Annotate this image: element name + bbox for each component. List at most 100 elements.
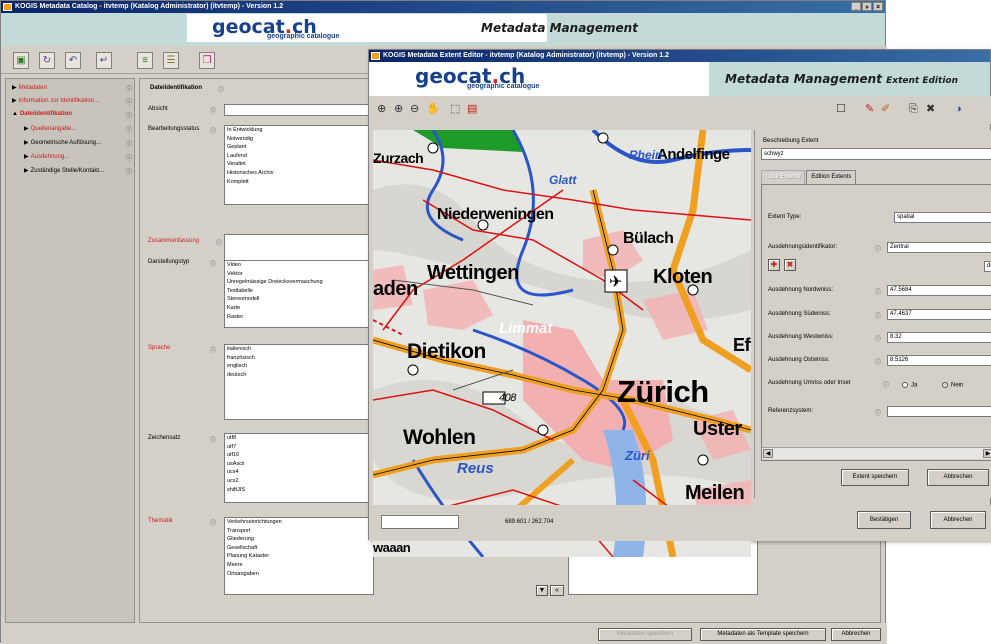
info-icon[interactable]: ⓘ [218,85,224,94]
zoom-out-icon[interactable]: ⊖ [410,102,419,116]
maximize-button[interactable]: » [862,2,872,11]
list-item[interactable]: Unregelmässige Dreiecksvermaschung [225,278,373,287]
list-item[interactable]: Komplett [225,178,373,187]
list-item[interactable]: Notwendig [225,135,373,144]
info-icon[interactable]: ⓘ [883,380,889,389]
refresh-button[interactable]: ↻ [39,52,55,69]
scroll-right-icon[interactable]: ▶ [983,449,991,458]
tab-liste-extents[interactable]: Liste Extents [761,170,806,184]
beschreibung-field[interactable]: schwyz [761,148,991,160]
zeichensatz-list[interactable]: utf8 utf7 utf16 usAscii ucs4 ucs2 shiftJ… [224,433,374,503]
info-icon[interactable]: ⓘ [126,111,132,120]
radio-ja[interactable]: Ja [902,382,917,389]
info-icon[interactable]: ⓘ [210,106,216,115]
referenz-field[interactable] [887,406,991,417]
sprache-list[interactable]: italienisch französisch englisch deutsch [224,344,374,420]
remove-identifier-button[interactable]: ✖ [784,259,796,271]
info-icon[interactable]: ⓘ [875,244,881,253]
list-item[interactable]: Ortsangaben [225,570,373,579]
copy-extent-icon[interactable]: ⎘ [909,102,918,116]
add-identifier-button[interactable]: ✚ [768,259,780,271]
list-item[interactable]: Vektor [225,270,373,279]
list-item[interactable]: Laufend [225,152,373,161]
save-extent-button[interactable]: Extent speichern [841,469,909,486]
list-item[interactable]: Meere [225,561,373,570]
extent-type-field[interactable]: spatial [894,212,991,223]
export-button[interactable]: ❒ [199,52,215,69]
nav-item-ausdehnung[interactable]: ▶ Ausdehnung... [24,153,69,160]
draw-extent-icon[interactable]: ✐ [881,102,890,116]
nav-item-zustaendige-stelle[interactable]: ▶ Zuständige Stelle/Kontakt... [24,167,104,174]
nav-item-identifikation[interactable]: ▶ Information zur Identifikation... [12,97,99,104]
list-item[interactable]: deutsch [225,371,373,380]
scroll-left-icon[interactable]: ◀ [763,449,773,458]
list-item[interactable]: utf16 [225,451,373,460]
info-icon[interactable]: ⓘ [126,125,132,134]
list-item[interactable]: Historisches Archiv [225,169,373,178]
list-item[interactable]: italienisch [225,345,373,354]
radio-nein[interactable]: Nein [942,382,963,389]
darstellungstyp-list[interactable]: Video Vektor Unregelmässige Dreiecksverm… [224,260,374,328]
list-item[interactable]: Verkehrseinrichtungen [225,518,373,527]
new-extent-icon[interactable]: ☐ [836,102,846,116]
list-item[interactable]: Veraltet [225,160,373,169]
cancel-button[interactable]: Abbrechen [930,511,986,529]
template-button[interactable]: ☰ [163,52,179,69]
add-left-button[interactable]: « [550,585,564,596]
list-item[interactable]: ucs2 [225,477,373,486]
absicht-field[interactable] [224,104,374,116]
list-item[interactable]: Textlabelle [225,287,373,296]
list-item[interactable]: ucs4 [225,468,373,477]
ost-field[interactable]: 8.5126 [887,355,991,366]
list-item[interactable]: Geplant [225,143,373,152]
list-item[interactable]: englisch [225,362,373,371]
zoom-in-icon[interactable]: ⊕ [394,102,403,116]
list-button[interactable]: ≡ [137,52,153,69]
delete-extent-icon[interactable]: ✖ [926,102,935,116]
horizontal-scrollbar[interactable]: ◀ ▶ [762,447,991,459]
cancel-extent-button[interactable]: Abbrechen [927,469,989,486]
info-icon[interactable]: ⓘ [126,139,132,148]
list-item[interactable]: usAscii [225,460,373,469]
layers-icon[interactable]: ▤ [467,102,477,116]
list-item[interactable]: In Entwicklung [225,126,373,135]
list-item[interactable]: Gesellschaft [225,544,373,553]
list-item[interactable]: utf7 [225,443,373,452]
info-icon[interactable]: ⓘ [875,334,881,343]
list-item[interactable]: Karte [225,304,373,313]
move-down-button[interactable]: ▼ [536,585,548,596]
info-icon[interactable]: ⓘ [210,345,216,354]
save-metadata-button[interactable]: Metadaten speichern [598,628,692,641]
list-item[interactable]: französisch [225,354,373,363]
info-icon[interactable]: ⓘ [126,84,132,93]
globe-icon[interactable]: ◑ [955,102,962,116]
pan-icon[interactable]: ✋ [426,102,440,116]
list-item[interactable]: utf8 [225,434,373,443]
list-item[interactable]: Transport [225,527,373,536]
confirm-button[interactable]: Bestätigen [857,511,911,529]
redo-button[interactable]: ↵ [96,52,112,69]
list-item[interactable]: Gliederung [225,535,373,544]
info-icon[interactable]: ⓘ [210,518,216,527]
nord-field[interactable]: 47.5684 [887,285,991,296]
list-item[interactable]: Video [225,261,373,270]
info-icon[interactable]: ⓘ [875,408,881,417]
identifier-language-field[interactable]: de [984,261,991,272]
tab-edition-extents[interactable]: Edition Extents [806,170,857,184]
list-item[interactable]: Stereomodell [225,295,373,304]
list-item[interactable]: shiftJIS [225,486,373,495]
map-view[interactable]: ✈ Zurzach Andelfinge Glatt Rhein Niederw… [373,130,751,557]
info-icon[interactable]: ⓘ [875,357,881,366]
info-icon[interactable]: ⓘ [126,167,132,176]
info-icon[interactable]: ⓘ [216,238,222,247]
info-icon[interactable]: ⓘ [126,97,132,106]
thematik-list[interactable]: Verkehrseinrichtungen Transport Gliederu… [224,517,374,595]
full-extent-icon[interactable]: ⬚ [450,102,460,116]
nav-item-metadaten[interactable]: ▶ Metadaten [12,84,47,91]
info-icon[interactable]: ⓘ [210,259,216,268]
info-icon[interactable]: ⓘ [210,126,216,135]
west-field[interactable]: 8.32 [887,332,991,343]
bearbeitungsstatus-list[interactable]: In Entwicklung Notwendig Geplant Laufend… [224,125,374,205]
list-item[interactable]: Raster [225,313,373,322]
undo-button[interactable]: ↶ [65,52,81,69]
